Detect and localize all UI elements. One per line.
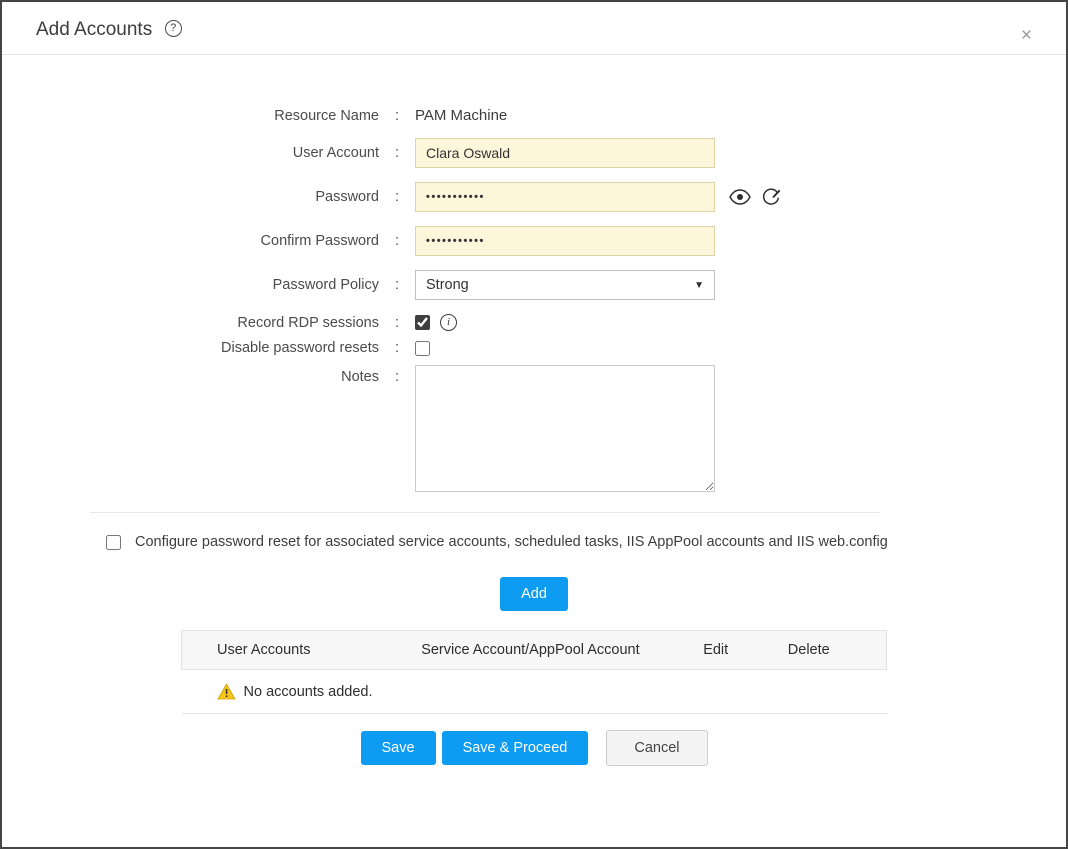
user-account-row: User Account : [2, 138, 1066, 168]
confirm-password-row: Confirm Password : [2, 226, 1066, 256]
colon: : [394, 145, 400, 161]
chevron-down-icon: ▼ [694, 279, 704, 291]
show-password-eye-icon[interactable] [729, 189, 751, 205]
disable-resets-checkbox[interactable] [415, 340, 430, 356]
dialog-header: Add Accounts ? × [2, 2, 1066, 55]
colon: : [394, 107, 400, 124]
password-policy-value: Strong [426, 277, 469, 293]
col-edit: Edit [703, 630, 788, 670]
password-policy-label: Password Policy [272, 277, 379, 293]
empty-state-row: No accounts added. [181, 669, 887, 714]
password-policy-row: Password Policy : Strong ▼ [2, 270, 1066, 300]
resource-name-value: PAM Machine [415, 107, 508, 124]
col-user-accounts: User Accounts [181, 630, 422, 670]
configure-reset-label[interactable]: Configure password reset for associated … [135, 534, 888, 550]
save-and-proceed-button[interactable]: Save & Proceed [441, 731, 589, 765]
disable-resets-label: Disable password resets [221, 340, 379, 356]
info-icon[interactable]: i [440, 314, 457, 331]
colon: : [394, 233, 400, 249]
disable-resets-row: Disable password resets : [2, 340, 1066, 356]
notes-row: Notes : [2, 365, 1066, 492]
configure-reset-row: Configure password reset for associated … [106, 534, 1066, 550]
user-account-input[interactable] [415, 138, 715, 168]
table-header-row: User Accounts Service Account/AppPool Ac… [181, 630, 887, 670]
user-account-label: User Account [292, 145, 379, 161]
add-accounts-dialog: { "dialog": { "title": "Add Accounts", "… [0, 0, 1068, 849]
col-service-account: Service Account/AppPool Account [421, 630, 704, 670]
colon: : [394, 189, 400, 205]
warning-icon [216, 683, 236, 700]
dialog-title: Add Accounts [36, 19, 153, 40]
add-button[interactable]: Add [500, 577, 568, 611]
configure-reset-checkbox[interactable] [106, 534, 121, 550]
colon: : [394, 277, 400, 293]
colon: : [394, 369, 400, 385]
confirm-password-label: Confirm Password [260, 233, 379, 249]
resource-name-label: Resource Name [274, 107, 379, 124]
colon: : [394, 314, 400, 331]
generate-password-icon[interactable] [761, 187, 781, 207]
section-divider [90, 512, 880, 513]
footer-actions: Save Save & Proceed Cancel [2, 730, 1066, 766]
cancel-button[interactable]: Cancel [606, 730, 708, 766]
record-rdp-label: Record RDP sessions [237, 314, 379, 331]
notes-textarea[interactable] [415, 365, 715, 492]
password-policy-select[interactable]: Strong ▼ [415, 270, 715, 300]
record-rdp-checkbox[interactable] [415, 315, 430, 330]
close-icon[interactable]: × [1021, 26, 1032, 45]
save-button[interactable]: Save [360, 731, 436, 765]
confirm-password-input[interactable] [415, 226, 715, 256]
col-delete: Delete [787, 630, 887, 670]
accounts-table: User Accounts Service Account/AppPool Ac… [181, 630, 887, 714]
resource-name-row: Resource Name : PAM Machine [2, 107, 1066, 124]
password-input[interactable] [415, 182, 715, 212]
notes-label: Notes [341, 369, 379, 385]
help-icon[interactable]: ? [164, 20, 182, 37]
colon: : [394, 340, 400, 356]
add-account-form: Resource Name : PAM Machine User Account… [2, 55, 1066, 492]
empty-message: No accounts added. [243, 683, 373, 700]
password-row: Password : [2, 182, 1066, 212]
record-rdp-row: Record RDP sessions : i [2, 314, 1066, 331]
password-label: Password [315, 189, 379, 205]
